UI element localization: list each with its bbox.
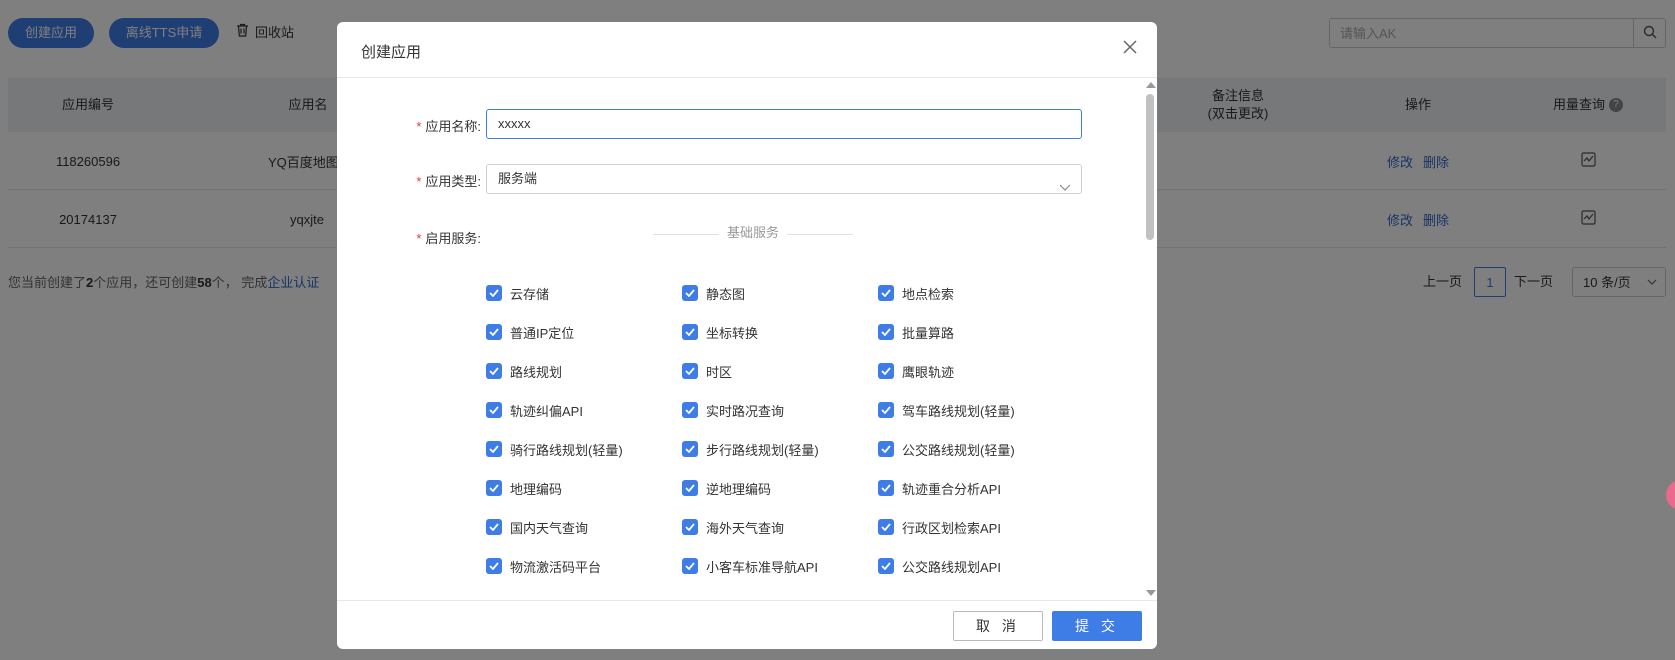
- service-checkbox-item[interactable]: 云存储: [486, 284, 549, 302]
- service-checkbox-item[interactable]: 普通IP定位: [486, 323, 574, 341]
- service-checkbox-item[interactable]: 骑行路线规划(轻量): [486, 440, 623, 458]
- service-label: 公交路线规划(轻量): [902, 442, 1015, 458]
- service-label: 轨迹纠偏API: [510, 403, 583, 419]
- service-checkbox-item[interactable]: 逆地理编码: [682, 479, 771, 497]
- checkbox-checked-icon[interactable]: [486, 558, 502, 574]
- dialog-header: 创建应用: [337, 22, 1157, 78]
- service-checkbox-item[interactable]: 坐标转换: [682, 323, 758, 341]
- checkbox-checked-icon[interactable]: [878, 363, 894, 379]
- service-label: 路线规划: [510, 364, 563, 380]
- service-label: 小客车标准导航API: [706, 559, 818, 575]
- service-label: 海外天气查询: [706, 520, 785, 536]
- checkbox-checked-icon[interactable]: [878, 441, 894, 457]
- service-label: 行政区划检索API: [902, 520, 1001, 536]
- checkbox-checked-icon[interactable]: [682, 558, 698, 574]
- service-checkbox-item[interactable]: 驾车路线规划(轻量): [878, 401, 1015, 419]
- dialog-body: * 应用名称: xxxxx * 应用类型: 服务端 * 启用服务: 基础服务 云存储 静…: [337, 78, 1157, 600]
- chevron-down-icon: [1059, 174, 1071, 202]
- service-checkbox-item[interactable]: 小客车标准导航API: [682, 557, 818, 575]
- checkbox-checked-icon[interactable]: [878, 285, 894, 301]
- service-checkbox-item[interactable]: 物流激活码平台: [486, 557, 601, 575]
- service-label: 地理编码: [510, 481, 563, 497]
- app-name-input[interactable]: xxxxx: [486, 109, 1082, 139]
- app-type-label: * 应用类型:: [416, 174, 481, 189]
- checkbox-checked-icon[interactable]: [878, 402, 894, 418]
- checkbox-checked-icon[interactable]: [486, 363, 502, 379]
- dialog-title: 创建应用: [361, 44, 422, 61]
- service-label: 骑行路线规划(轻量): [510, 442, 623, 458]
- service-label: 步行路线规划(轻量): [706, 442, 819, 458]
- dialog-scrollbar[interactable]: [1143, 78, 1157, 600]
- service-checkbox-item[interactable]: 鹰眼轨迹: [878, 362, 954, 380]
- create-app-dialog: 创建应用 * 应用名称: xxxxx * 应用类型: 服务端 * 启用服务: 基础服务…: [337, 22, 1157, 649]
- service-label: 普通IP定位: [510, 325, 575, 341]
- service-checkbox-item[interactable]: 步行路线规划(轻量): [682, 440, 819, 458]
- service-label: 鹰眼轨迹: [902, 364, 955, 380]
- scroll-up-arrow[interactable]: [1146, 82, 1156, 88]
- service-checkbox-item[interactable]: 轨迹纠偏API: [486, 401, 583, 419]
- app-type-select[interactable]: 服务端: [486, 164, 1082, 194]
- cancel-button[interactable]: 取 消: [953, 611, 1043, 641]
- app-type-value: 服务端: [498, 171, 538, 186]
- close-icon[interactable]: [1121, 38, 1139, 56]
- service-label: 公交路线规划API: [902, 559, 1001, 575]
- checkbox-checked-icon[interactable]: [682, 441, 698, 457]
- checkbox-checked-icon[interactable]: [486, 402, 502, 418]
- service-checkbox-item[interactable]: 路线规划: [486, 362, 562, 380]
- services-label: * 启用服务:: [416, 231, 481, 246]
- service-label: 国内天气查询: [510, 520, 589, 536]
- service-label: 静态图: [706, 286, 746, 302]
- checkbox-checked-icon[interactable]: [486, 441, 502, 457]
- service-checkbox-item[interactable]: 行政区划检索API: [878, 518, 1001, 536]
- app-name-label: * 应用名称:: [416, 119, 481, 134]
- scroll-down-arrow[interactable]: [1146, 590, 1156, 596]
- service-checkbox-item[interactable]: 海外天气查询: [682, 518, 784, 536]
- service-label: 逆地理编码: [706, 481, 772, 497]
- service-checkbox-item[interactable]: 实时路况查询: [682, 401, 784, 419]
- checkbox-checked-icon[interactable]: [878, 558, 894, 574]
- checkbox-checked-icon[interactable]: [682, 363, 698, 379]
- service-checkbox-item[interactable]: 国内天气查询: [486, 518, 588, 536]
- checkbox-checked-icon[interactable]: [682, 285, 698, 301]
- checkbox-checked-icon[interactable]: [878, 324, 894, 340]
- service-checkbox-item[interactable]: 轨迹重合分析API: [878, 479, 1001, 497]
- service-checkbox-item[interactable]: 时区: [682, 362, 732, 380]
- checkbox-checked-icon[interactable]: [486, 285, 502, 301]
- dialog-footer: 取 消 提 交: [337, 600, 1157, 649]
- checkbox-checked-icon[interactable]: [878, 480, 894, 496]
- checkbox-checked-icon[interactable]: [486, 324, 502, 340]
- service-label: 批量算路: [902, 325, 955, 341]
- service-label: 云存储: [510, 286, 550, 302]
- service-label: 驾车路线规划(轻量): [902, 403, 1015, 419]
- checkbox-checked-icon[interactable]: [878, 519, 894, 535]
- checkbox-checked-icon[interactable]: [682, 519, 698, 535]
- service-checkbox-item[interactable]: 公交路线规划(轻量): [878, 440, 1015, 458]
- service-checkbox-item[interactable]: 地理编码: [486, 479, 562, 497]
- service-label: 地点检索: [902, 286, 955, 302]
- service-label: 坐标转换: [706, 325, 759, 341]
- checkbox-checked-icon[interactable]: [682, 480, 698, 496]
- service-checkbox-item[interactable]: 静态图: [682, 284, 745, 302]
- service-checkbox-item[interactable]: 公交路线规划API: [878, 557, 1001, 575]
- checkbox-checked-icon[interactable]: [682, 324, 698, 340]
- service-label: 实时路况查询: [706, 403, 785, 419]
- service-label: 物流激活码平台: [510, 559, 602, 575]
- service-checkbox-item[interactable]: 批量算路: [878, 323, 954, 341]
- submit-button[interactable]: 提 交: [1052, 611, 1142, 641]
- service-checkbox-item[interactable]: 地点检索: [878, 284, 954, 302]
- checkbox-checked-icon[interactable]: [486, 519, 502, 535]
- checkbox-checked-icon[interactable]: [486, 480, 502, 496]
- service-label: 时区: [706, 364, 733, 380]
- scroll-thumb[interactable]: [1146, 94, 1154, 240]
- checkbox-checked-icon[interactable]: [682, 402, 698, 418]
- service-label: 轨迹重合分析API: [902, 481, 1001, 497]
- section-title: 基础服务: [719, 222, 788, 241]
